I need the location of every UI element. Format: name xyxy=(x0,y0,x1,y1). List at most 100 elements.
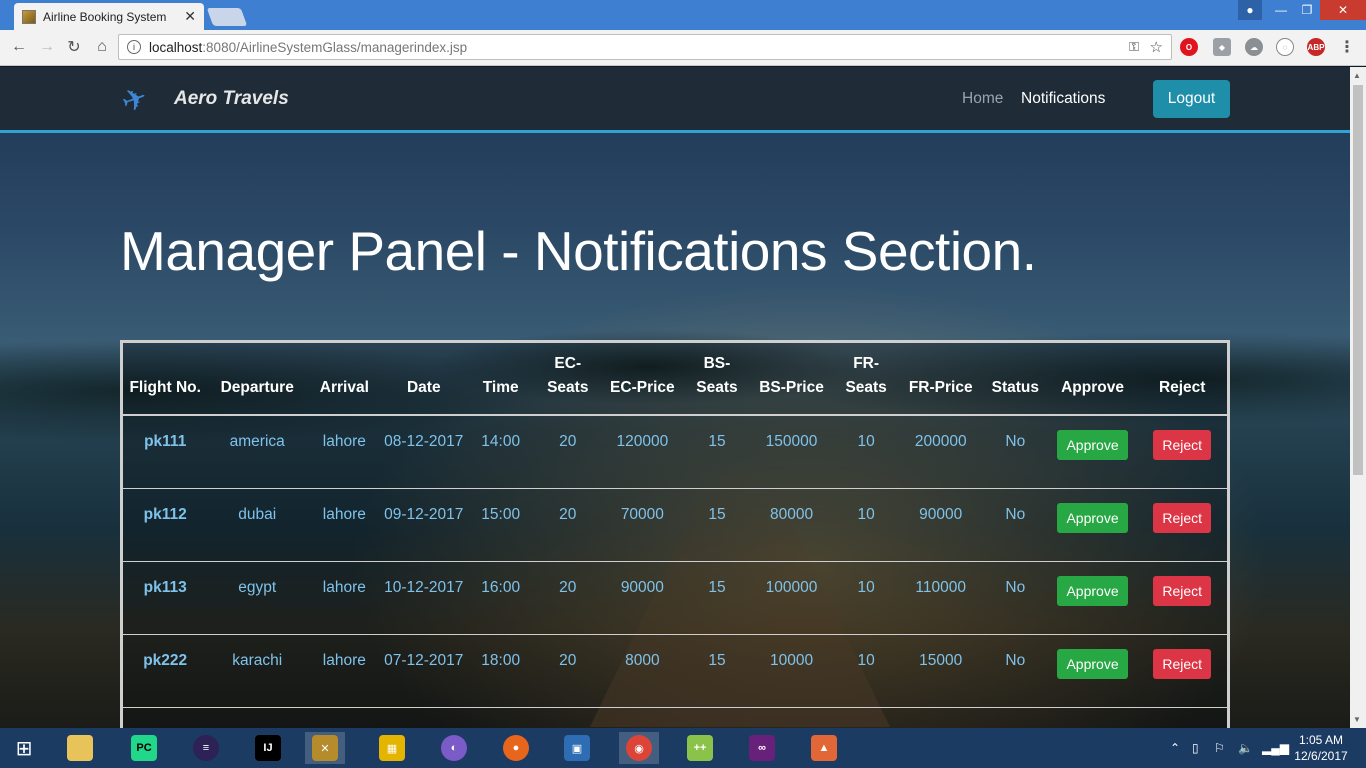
taskbar-clock[interactable]: 1:05 AM 12/6/2017 xyxy=(1292,732,1350,764)
file-explorer-icon[interactable] xyxy=(60,732,100,764)
column-header: Status xyxy=(982,343,1048,416)
approve-button[interactable]: Approve xyxy=(1057,502,1128,533)
scroll-down-icon[interactable]: ▼ xyxy=(1353,715,1361,724)
reject-button[interactable]: Reject xyxy=(1153,502,1212,533)
table-cell: 70000 xyxy=(600,488,685,562)
puzzle-app-icon[interactable]: ▦ xyxy=(372,732,412,764)
table-cell: 14:00 xyxy=(465,415,536,489)
matlab-icon[interactable]: ▲ xyxy=(804,732,844,764)
windows-start-icon[interactable]: ⊞ xyxy=(0,728,48,768)
home-icon[interactable]: ⌂ xyxy=(91,36,113,58)
windows-taskbar: ⊞ PC ≡ IJ ✕ ▦ ◐ ● ▣ ◉ ++ ∞ ▲ ⌃ ▯ ⚐ 🔈 ▂▄▆… xyxy=(0,728,1366,768)
reject-button[interactable]: Reject xyxy=(1153,648,1212,679)
table-cell: 10000 xyxy=(749,634,834,708)
chrome-icon[interactable]: ◉ xyxy=(619,732,659,764)
table-cell: 18:00 xyxy=(465,634,536,708)
approve-button[interactable]: Approve xyxy=(1057,575,1128,606)
table-cell: 200000 xyxy=(898,415,983,489)
reload-icon[interactable]: ↻ xyxy=(63,36,85,58)
nav-notifications-link[interactable]: Notifications xyxy=(1021,90,1105,108)
visual-studio-icon[interactable]: ∞ xyxy=(742,732,782,764)
address-bar[interactable]: i localhost:8080/AirlineSystemGlass/mana… xyxy=(118,34,1172,60)
window-close-button[interactable]: ✕ xyxy=(1320,0,1366,20)
table-cell: 10 xyxy=(833,415,899,489)
column-header: Arrival xyxy=(307,343,382,416)
table-cell: No xyxy=(982,561,1048,635)
table-cell: lahore xyxy=(307,634,382,708)
reject-button[interactable]: Reject xyxy=(1153,430,1212,460)
table-cell: 120000 xyxy=(600,415,685,489)
profile-icon[interactable]: ● xyxy=(1238,0,1262,20)
opera-extension-icon[interactable]: O xyxy=(1180,38,1198,56)
clock-time: 1:05 AM xyxy=(1298,733,1344,747)
tray-chevron-icon[interactable]: ⌃ xyxy=(1170,728,1180,768)
key-icon[interactable]: ⚿ xyxy=(1129,39,1139,55)
pycharm-icon[interactable]: PC xyxy=(124,732,164,764)
nav-home-link[interactable]: Home xyxy=(962,90,1003,108)
table-cell: 15 xyxy=(684,415,750,489)
url-host: localhost xyxy=(149,39,203,55)
reject-cell: Reject xyxy=(1137,634,1227,708)
table-cell: lahore xyxy=(307,561,382,635)
scroll-up-icon[interactable]: ▲ xyxy=(1353,71,1361,80)
bookmark-star-icon[interactable]: ☆ xyxy=(1150,38,1163,56)
table-cell: 15:00 xyxy=(465,488,536,562)
maximize-button[interactable]: ❐ xyxy=(1294,0,1320,20)
table-cell: dubai xyxy=(207,488,308,562)
column-header: Departure xyxy=(207,343,308,416)
approve-cell: Approve xyxy=(1047,634,1138,708)
site-info-icon[interactable]: i xyxy=(127,40,141,54)
table-cell: No xyxy=(982,415,1048,489)
tray-network-error-icon[interactable]: ⚐ xyxy=(1214,728,1225,768)
page-scrollbar[interactable]: ▲ ▼ xyxy=(1350,67,1366,728)
intellij-icon[interactable]: IJ xyxy=(248,732,288,764)
back-arrow-icon[interactable]: ← xyxy=(8,36,30,58)
approve-button[interactable]: Approve xyxy=(1057,648,1128,679)
table-cell: 20 xyxy=(535,415,601,489)
adblock-extension-icon[interactable]: ABP xyxy=(1307,38,1325,56)
new-tab-button[interactable] xyxy=(206,8,248,26)
logout-button[interactable]: Logout xyxy=(1153,80,1230,118)
forward-arrow-icon[interactable]: → xyxy=(36,36,58,58)
cloud-extension-icon[interactable]: ☁ xyxy=(1245,38,1263,56)
table-header-row: Flight No. Departure Arrival Date Time EC-Sea… xyxy=(123,343,1227,416)
table-cell: 15 xyxy=(684,561,750,635)
table-body: pk111 america lahore 08-12-2017 14:00 20 12000… xyxy=(123,415,1227,708)
brand[interactable]: ✈ Aero Travels xyxy=(117,81,289,121)
firefox-icon[interactable]: ● xyxy=(496,732,536,764)
wave-app-icon[interactable]: ◐ xyxy=(434,732,474,764)
eclipse-icon[interactable]: ≡ xyxy=(186,732,226,764)
circle-extension-icon[interactable]: ◌ xyxy=(1276,38,1294,56)
site-favicon-icon xyxy=(22,9,36,24)
tray-device-icon[interactable]: ▯ xyxy=(1192,728,1199,768)
table-cell: egypt xyxy=(207,561,308,635)
table-cell: 8000 xyxy=(600,634,685,708)
menu-kebab-icon[interactable]: ⋮ xyxy=(1338,38,1356,56)
reject-button[interactable]: Reject xyxy=(1153,575,1212,606)
scrollbar-thumb[interactable] xyxy=(1353,85,1363,475)
table-cell: 90000 xyxy=(600,561,685,635)
reject-cell: Reject xyxy=(1137,415,1227,489)
table-cell: lahore xyxy=(307,488,382,562)
table-cell: 15 xyxy=(684,634,750,708)
table-cell: 15 xyxy=(684,488,750,562)
notifications-table-container: Flight No. Departure Arrival Date Time EC-Sea… xyxy=(120,340,1230,728)
flight-number-cell: pk113 xyxy=(123,561,208,635)
approve-button[interactable]: Approve xyxy=(1057,430,1128,460)
tray-signal-icon[interactable]: ▂▄▆ xyxy=(1262,728,1289,768)
tray-volume-icon[interactable]: 🔈 xyxy=(1238,728,1253,768)
flight-number-cell: pk111 xyxy=(123,415,208,489)
tools-icon[interactable]: ✕ xyxy=(305,732,345,764)
close-tab-icon[interactable]: ✕ xyxy=(184,8,196,25)
browser-tabstrip: Airline Booking System ✕ ● — ❐ ✕ xyxy=(0,0,1366,30)
reject-cell: Reject xyxy=(1137,488,1227,562)
minimize-button[interactable]: — xyxy=(1268,0,1294,20)
column-header: Flight No. xyxy=(123,343,208,416)
table-cell: 110000 xyxy=(898,561,983,635)
column-header: Reject xyxy=(1137,343,1227,416)
virtualbox-icon[interactable]: ▣ xyxy=(557,732,597,764)
shield-extension-icon[interactable]: ◆ xyxy=(1213,38,1231,56)
browser-tab[interactable]: Airline Booking System ✕ xyxy=(14,3,204,30)
table-cell: 16:00 xyxy=(465,561,536,635)
notepad-plus-icon[interactable]: ++ xyxy=(680,732,720,764)
